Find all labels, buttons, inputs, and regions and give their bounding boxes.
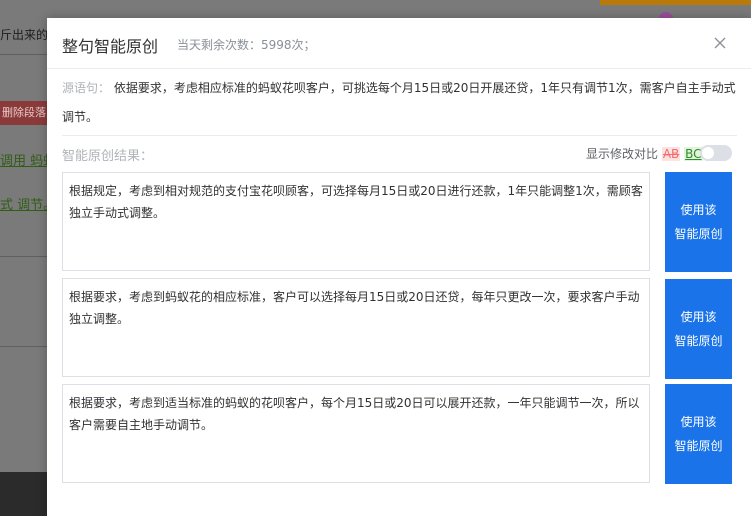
button-label-line1: 使用该 bbox=[680, 203, 717, 217]
compare-toggle[interactable] bbox=[700, 145, 732, 161]
delete-paragraph-button[interactable]: 删除段落 bbox=[0, 101, 47, 125]
result-label: 智能原创结果： bbox=[62, 149, 154, 164]
button-label-line1: 使用该 bbox=[680, 310, 717, 324]
background-top-accent bbox=[600, 0, 751, 5]
result-text-box[interactable]: 根据要求，考虑到蚂蚁花的相应标准，客户可以选择每月15日或20日还贷，每年只更改… bbox=[62, 278, 650, 377]
toggle-knob bbox=[702, 147, 714, 159]
button-label-line2: 智能原创 bbox=[674, 334, 723, 348]
dialog-title: 整句智能原创 bbox=[62, 37, 159, 56]
remaining-quota: 当天剩余次数：5998次； bbox=[177, 38, 316, 52]
use-result-button[interactable]: 使用该 智能原创 bbox=[665, 279, 732, 379]
button-label-line2: 智能原创 bbox=[674, 439, 723, 453]
diff-deleted-sample: AB bbox=[661, 147, 681, 161]
result-text-box[interactable]: 根据规定，考虑到相对规范的支付宝花呗顾客，可选择每月15日或20日进行还款，1年… bbox=[62, 172, 650, 271]
compare-text: 显示修改对比 bbox=[586, 147, 659, 161]
use-result-button[interactable]: 使用该 智能原创 bbox=[665, 172, 732, 272]
use-result-button[interactable]: 使用该 智能原创 bbox=[665, 384, 732, 484]
background-divider bbox=[0, 256, 47, 257]
background-text-snippet: 斤出来的 bbox=[0, 28, 49, 42]
smart-rewrite-dialog: 整句智能原创 当天剩余次数：5998次； 源语句： 依据要求，考虑相应标准的蚂蚁… bbox=[47, 18, 751, 516]
button-label-line2: 智能原创 bbox=[674, 227, 723, 241]
source-text: 依据要求，考虑相应标准的蚂蚁花呗客户，可挑选每个月15日或20日开展还贷，1年只… bbox=[62, 81, 736, 124]
background-divider bbox=[0, 54, 47, 55]
dialog-header: 整句智能原创 当天剩余次数：5998次； bbox=[47, 18, 751, 69]
source-sentence: 源语句： 依据要求，考虑相应标准的蚂蚁花呗客户，可挑选每个月15日或20日开展还… bbox=[62, 74, 737, 132]
result-text-box[interactable]: 根据要求，考虑到适当标准的蚂蚁的花呗客户，每个月15日或20日可以展开还款，一年… bbox=[62, 384, 650, 483]
source-label: 源语句： bbox=[62, 81, 111, 95]
button-label-line1: 使用该 bbox=[680, 415, 717, 429]
section-divider bbox=[62, 135, 737, 136]
close-icon[interactable] bbox=[709, 32, 731, 54]
background-divider bbox=[0, 346, 47, 347]
compare-label: 显示修改对比 AB BC bbox=[586, 145, 703, 162]
